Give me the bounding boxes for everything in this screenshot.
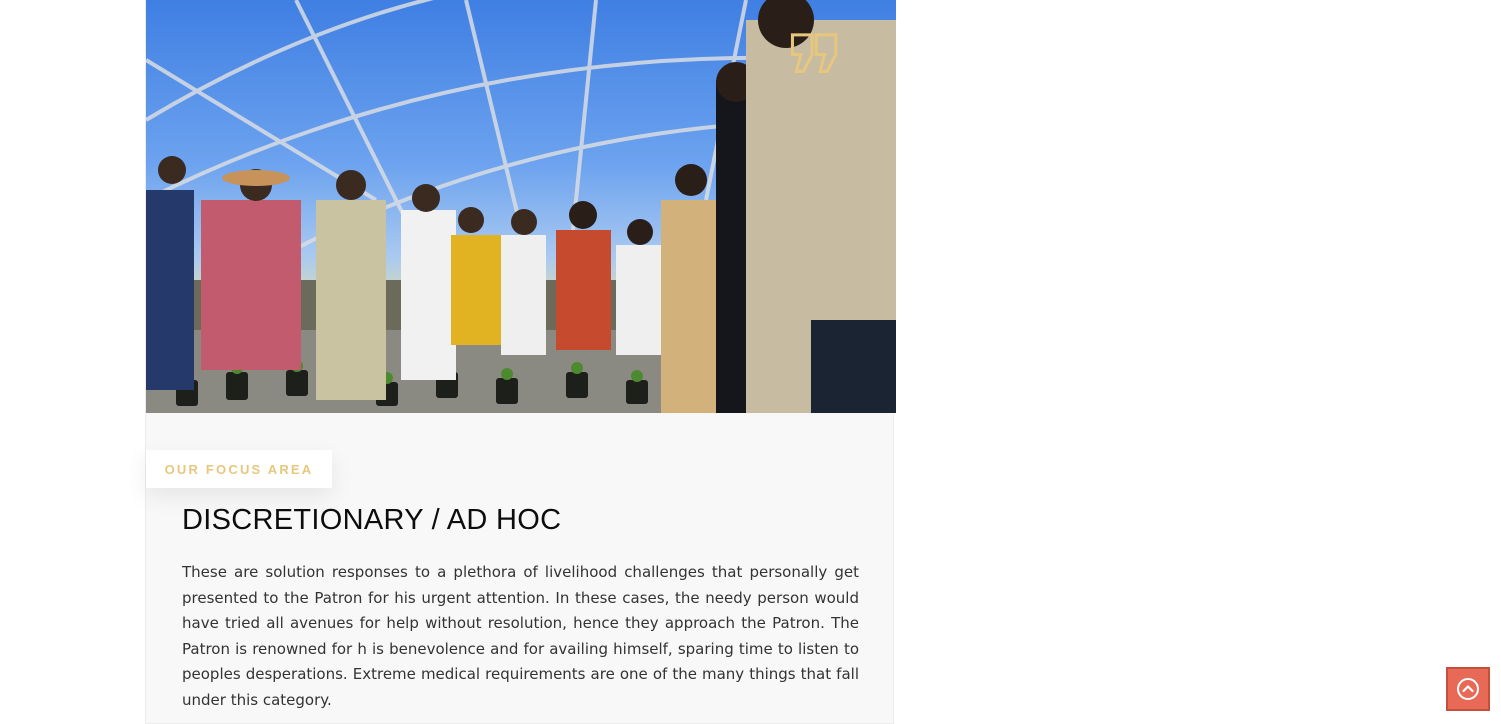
chevron-up-circle-icon xyxy=(1457,678,1479,700)
hero-photo: ❞ xyxy=(146,0,896,413)
focus-area-description: These are solution responses to a pletho… xyxy=(182,563,859,709)
scroll-to-top-button[interactable] xyxy=(1446,667,1490,711)
greenhouse-illustration xyxy=(146,0,896,413)
quote-mark-icon: ❞ xyxy=(784,13,846,141)
focus-area-badge: OUR FOCUS AREA xyxy=(146,450,332,488)
focus-area-title: DISCRETIONARY / AD HOC xyxy=(182,504,562,536)
focus-area-card: ❞ OUR FOCUS AREA DISCRETIONARY / AD HOC … xyxy=(145,0,896,724)
